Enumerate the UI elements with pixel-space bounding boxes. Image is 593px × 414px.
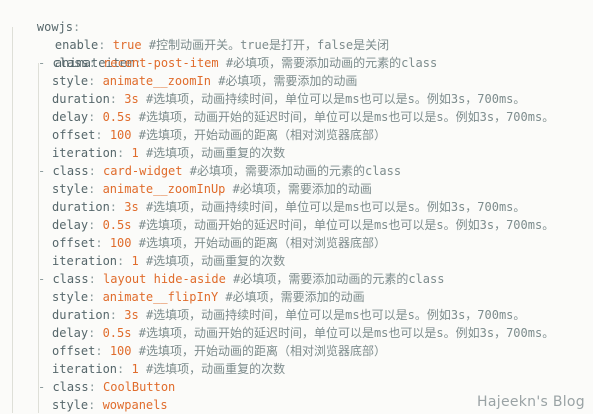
yaml-comment: #必填项，需要添加的动画 xyxy=(232,182,372,196)
yaml-key: iteration xyxy=(52,254,118,268)
yaml-value: card-widget xyxy=(103,164,183,178)
yaml-value: 1 xyxy=(131,146,139,160)
yaml-value: 1 xyxy=(131,254,139,268)
yaml-key: offset xyxy=(52,344,96,358)
code-line-style: style: animate__zoomIn #必填项，需要添加的动画 xyxy=(52,74,358,88)
code-line-style: style: animate__zoomInUp #必填项，需要添加的动画 xyxy=(52,182,372,196)
yaml-comment: #必填项，需要添加动画的元素的class xyxy=(233,272,445,286)
list-dash: - xyxy=(38,164,53,178)
yaml-value: 0.5s xyxy=(102,110,132,124)
indent-guide xyxy=(38,63,39,413)
code-line-class: - class: recent-post-item #必填项，需要添加动画的元素… xyxy=(38,56,438,70)
code-line-duration: duration: 3s #选填项，动画持续时间，单位可以是ms也可以是s。例如… xyxy=(52,308,526,322)
yaml-key: style xyxy=(52,290,89,304)
blog-watermark: Hajeekn's Blog xyxy=(477,394,585,410)
yaml-comment: #选填项，动画开始的延迟时间，单位可以是ms也可以是s。例如3s，700ms。 xyxy=(138,110,555,124)
code-line-duration: duration: 3s #选填项，动画持续时间，单位可以是ms也可以是s。例如… xyxy=(52,200,526,214)
yaml-value: 100 xyxy=(109,344,132,358)
yaml-comment: #选填项，动画重复的次数 xyxy=(145,254,286,268)
yaml-comment: #选填项，动画持续时间，单位可以是ms也可以是s。例如3s，700ms。 xyxy=(145,308,526,322)
yaml-key: class xyxy=(52,272,89,286)
yaml-value: recent-post-item xyxy=(103,56,219,70)
list-dash: - xyxy=(38,272,53,286)
yaml-comment: #选填项，动画重复的次数 xyxy=(145,146,286,160)
yaml-key: offset xyxy=(52,128,96,142)
code-line-iteration: iteration: 1 #选填项，动画重复的次数 xyxy=(52,254,286,268)
code-line-delay: delay: 0.5s #选填项，动画开始的延迟时间，单位可以是ms也可以是s。… xyxy=(52,326,555,340)
yaml-comment: #选填项，动画开始的延迟时间，单位可以是ms也可以是s。例如3s，700ms。 xyxy=(138,218,555,232)
code-line-class: - class: CoolButton xyxy=(38,380,176,394)
code-line-enable: enable: true #控制动画开关。true是打开，false是关闭 xyxy=(54,38,390,52)
yaml-key: duration xyxy=(52,200,110,214)
yaml-comment: #必填项，需要添加动画的元素的class xyxy=(225,56,438,70)
yaml-comment: #必填项，需要添加的动画 xyxy=(225,290,365,304)
yaml-value: animate__zoomIn xyxy=(102,74,211,88)
yaml-key: duration xyxy=(52,308,110,322)
yaml-value: layout hide-aside xyxy=(103,272,226,286)
indent-guide xyxy=(12,27,13,413)
code-line-iteration: iteration: 1 #选填项，动画重复的次数 xyxy=(52,146,286,160)
code-line-root: wowjs: xyxy=(8,0,80,34)
yaml-key: offset xyxy=(52,236,96,250)
yaml-key: iteration xyxy=(52,362,118,376)
code-line-offset: offset: 100 #选填项，开始动画的距离（相对浏览器底部） xyxy=(52,344,386,358)
yaml-comment: #选填项，动画持续时间，单位可以是ms也可以是s。例如3s，700ms。 xyxy=(145,200,526,214)
code-line-class: - class: layout hide-aside #必填项，需要添加动画的元… xyxy=(38,272,445,286)
yaml-key: delay xyxy=(52,326,89,340)
yaml-code-editor[interactable]: wowjs: enable: true #控制动画开关。true是打开，fals… xyxy=(0,0,593,413)
yaml-comment: #选填项，动画开始的延迟时间，单位可以是ms也可以是s。例如3s，700ms。 xyxy=(138,326,555,340)
yaml-value: 3s xyxy=(124,308,139,322)
code-line-style: style: wowpanels xyxy=(52,398,168,412)
list-dash: - xyxy=(38,380,53,394)
yaml-comment: #选填项，开始动画的距离（相对浏览器底部） xyxy=(138,236,386,250)
yaml-value: 100 xyxy=(109,128,132,142)
yaml-key: class xyxy=(52,56,89,70)
yaml-value: 3s xyxy=(124,200,139,214)
yaml-value: 1 xyxy=(131,362,139,376)
yaml-key: class xyxy=(52,380,89,394)
yaml-comment: #控制动画开关。true是打开，false是关闭 xyxy=(148,38,390,52)
code-line-class: - class: card-widget #必填项，需要添加动画的元素的clas… xyxy=(38,164,402,178)
yaml-key: iteration xyxy=(52,146,118,160)
yaml-value: wowpanels xyxy=(102,398,168,412)
code-line-offset: offset: 100 #选填项，开始动画的距离（相对浏览器底部） xyxy=(52,128,386,142)
code-line-iteration: iteration: 1 #选填项，动画重复的次数 xyxy=(52,362,286,376)
yaml-key: style xyxy=(52,182,89,196)
yaml-value: 0.5s xyxy=(102,218,132,232)
code-line-delay: delay: 0.5s #选填项，动画开始的延迟时间，单位可以是ms也可以是s。… xyxy=(52,110,555,124)
yaml-comment: #选填项，动画持续时间，单位可以是ms也可以是s。例如3s，700ms。 xyxy=(145,92,526,106)
yaml-comment: #必填项，需要添加的动画 xyxy=(218,74,358,88)
code-line-delay: delay: 0.5s #选填项，动画开始的延迟时间，单位可以是ms也可以是s。… xyxy=(52,218,555,232)
yaml-comment: #选填项，开始动画的距离（相对浏览器底部） xyxy=(138,344,386,358)
code-line-list-key: animateitem: xyxy=(54,56,142,70)
yaml-value: 100 xyxy=(109,236,132,250)
yaml-key: duration xyxy=(52,92,110,106)
yaml-comment: #必填项，需要添加动画的元素的class xyxy=(189,164,402,178)
yaml-value: CoolButton xyxy=(103,380,176,394)
yaml-comment: #选填项，开始动画的距离（相对浏览器底部） xyxy=(138,128,386,142)
code-line-style: style: animate__flipInY #必填项，需要添加的动画 xyxy=(52,290,365,304)
yaml-value: 3s xyxy=(124,92,139,106)
yaml-key: style xyxy=(52,398,89,412)
yaml-value: animate__flipInY xyxy=(102,290,219,304)
code-line-duration: duration: 3s #选填项，动画持续时间，单位可以是ms也可以是s。例如… xyxy=(52,92,526,106)
list-dash: - xyxy=(38,56,53,70)
yaml-key: style xyxy=(52,74,89,88)
yaml-comment: #选填项，动画重复的次数 xyxy=(145,362,286,376)
yaml-key: class xyxy=(52,164,89,178)
yaml-value: 0.5s xyxy=(102,326,132,340)
yaml-key: delay xyxy=(52,218,89,232)
yaml-value: animate__zoomInUp xyxy=(102,182,226,196)
code-line-offset: offset: 100 #选填项，开始动画的距离（相对浏览器底部） xyxy=(52,236,386,250)
yaml-key: delay xyxy=(52,110,89,124)
